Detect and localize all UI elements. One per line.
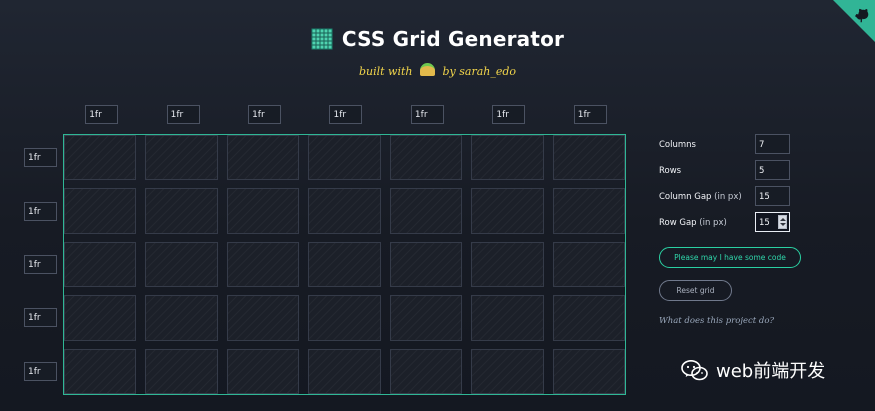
page-subtitle: built with by sarah_edo xyxy=(0,63,875,78)
grid-cell[interactable] xyxy=(64,188,137,234)
column-track-input[interactable]: 1fr xyxy=(410,105,444,124)
column-gap-row: Column Gap (in px) 15 xyxy=(659,186,829,212)
header: CSS Grid Generator built with by sarah_e… xyxy=(0,27,875,78)
column-track-slot: 1fr xyxy=(391,105,463,126)
grid-cell[interactable] xyxy=(308,348,381,394)
get-code-button[interactable]: Please may I have some code xyxy=(659,247,801,268)
grid-cell[interactable] xyxy=(308,135,381,181)
grid-cell[interactable] xyxy=(389,135,463,181)
grid-cell[interactable] xyxy=(389,295,463,341)
columns-label: Columns xyxy=(659,140,696,150)
grid-cell[interactable] xyxy=(389,188,463,234)
grid-cell[interactable] xyxy=(226,295,300,341)
row-track-input[interactable]: 1fr xyxy=(24,254,57,274)
grid-cell[interactable] xyxy=(64,135,137,181)
grid-cell[interactable] xyxy=(226,241,300,288)
grid-cell[interactable] xyxy=(308,295,381,341)
reset-grid-button[interactable]: Reset grid xyxy=(659,280,732,301)
grid-cell[interactable] xyxy=(226,135,300,181)
title-line: CSS Grid Generator xyxy=(311,27,564,51)
column-track-input[interactable]: 1fr xyxy=(85,105,119,124)
row-track-slot: 1fr xyxy=(23,242,60,288)
row-gap-row: Row Gap (in px) 15 xyxy=(659,212,829,238)
wechat-watermark: web前端开发 xyxy=(681,357,825,383)
grid-cell[interactable] xyxy=(64,241,137,288)
columns-row: Columns 7 xyxy=(659,134,829,160)
grid-cell[interactable] xyxy=(64,348,137,394)
grid-cell[interactable] xyxy=(552,348,625,394)
grid-cell[interactable] xyxy=(552,135,625,181)
about-project-link[interactable]: What does this project do? xyxy=(659,316,774,326)
grid-cell[interactable] xyxy=(145,295,218,341)
column-track-slot: 1fr xyxy=(472,105,544,126)
row-gap-unit-hint: (in px) xyxy=(699,218,727,228)
grid-cell[interactable] xyxy=(226,348,300,394)
column-track-slot: 1fr xyxy=(146,105,218,126)
subtitle-prefix: built with xyxy=(358,65,413,78)
grid-cell[interactable] xyxy=(145,188,218,234)
grid-cell[interactable] xyxy=(552,295,625,341)
row-track-slot: 1fr xyxy=(23,349,60,395)
grid-preview xyxy=(63,134,626,395)
page-title: CSS Grid Generator xyxy=(341,27,565,51)
column-track-input[interactable]: 1fr xyxy=(166,105,200,124)
column-track-input[interactable]: 1fr xyxy=(492,105,526,124)
column-track-input[interactable]: 1fr xyxy=(573,105,607,124)
grid-cell[interactable] xyxy=(552,241,625,288)
row-track-slot: 1fr xyxy=(23,135,60,181)
row-track-input[interactable]: 1fr xyxy=(24,148,57,168)
grid-cell[interactable] xyxy=(471,135,544,181)
column-track-slot: 1fr xyxy=(309,105,381,126)
wechat-icon xyxy=(681,359,708,380)
column-gap-label-text: Column Gap xyxy=(659,192,712,202)
grid-cell[interactable] xyxy=(64,295,137,341)
row-track-input[interactable]: 1fr xyxy=(24,361,57,381)
rows-input[interactable]: 5 xyxy=(755,160,790,180)
grid-cell[interactable] xyxy=(145,348,218,394)
rows-label: Rows xyxy=(659,166,682,176)
github-cat-icon xyxy=(855,8,869,23)
grid-icon xyxy=(311,28,333,50)
grid-cell[interactable] xyxy=(389,241,463,288)
column-track-inputs: 1fr 1fr 1fr 1fr 1fr 1fr 1fr xyxy=(65,105,626,126)
grid-cell[interactable] xyxy=(471,295,544,341)
watermark-text: web前端开发 xyxy=(716,361,826,382)
grid-cell[interactable] xyxy=(308,188,381,234)
row-track-input[interactable]: 1fr xyxy=(24,308,57,328)
column-track-slot: 1fr xyxy=(554,105,626,126)
column-track-slot: 1fr xyxy=(228,105,300,126)
grid-cell[interactable] xyxy=(471,188,544,234)
row-track-input[interactable]: 1fr xyxy=(24,201,57,221)
rows-row: Rows 5 xyxy=(659,160,829,186)
number-spinner-icon[interactable] xyxy=(778,215,787,229)
columns-input[interactable]: 7 xyxy=(755,134,790,154)
grid-cell[interactable] xyxy=(389,348,463,394)
column-track-input[interactable]: 1fr xyxy=(248,105,282,124)
grid-cell[interactable] xyxy=(471,241,544,288)
grid-cell[interactable] xyxy=(226,188,300,234)
column-track-input[interactable]: 1fr xyxy=(329,105,363,124)
row-gap-label: Row Gap (in px) xyxy=(659,218,727,228)
column-gap-unit-hint: (in px) xyxy=(714,192,742,202)
grid-cell[interactable] xyxy=(308,241,381,288)
row-track-slot: 1fr xyxy=(23,188,60,234)
row-track-slot: 1fr xyxy=(23,295,60,341)
row-track-inputs: 1fr 1fr 1fr 1fr 1fr xyxy=(23,135,60,395)
grid-cells xyxy=(64,135,625,394)
taco-icon xyxy=(420,63,435,76)
column-gap-label: Column Gap (in px) xyxy=(659,192,742,202)
grid-cell[interactable] xyxy=(145,241,218,288)
column-gap-input[interactable]: 15 xyxy=(755,186,790,206)
grid-cell[interactable] xyxy=(552,188,625,234)
grid-cell[interactable] xyxy=(471,348,544,394)
subtitle-suffix: by sarah_edo xyxy=(442,65,517,78)
settings-panel: Columns 7 Rows 5 Column Gap (in px) 15 R… xyxy=(659,134,829,326)
row-gap-input[interactable]: 15 xyxy=(755,212,790,232)
row-gap-value: 15 xyxy=(759,218,770,228)
row-gap-label-text: Row Gap xyxy=(659,218,697,228)
grid-cell[interactable] xyxy=(145,135,218,181)
column-track-slot: 1fr xyxy=(65,105,137,126)
